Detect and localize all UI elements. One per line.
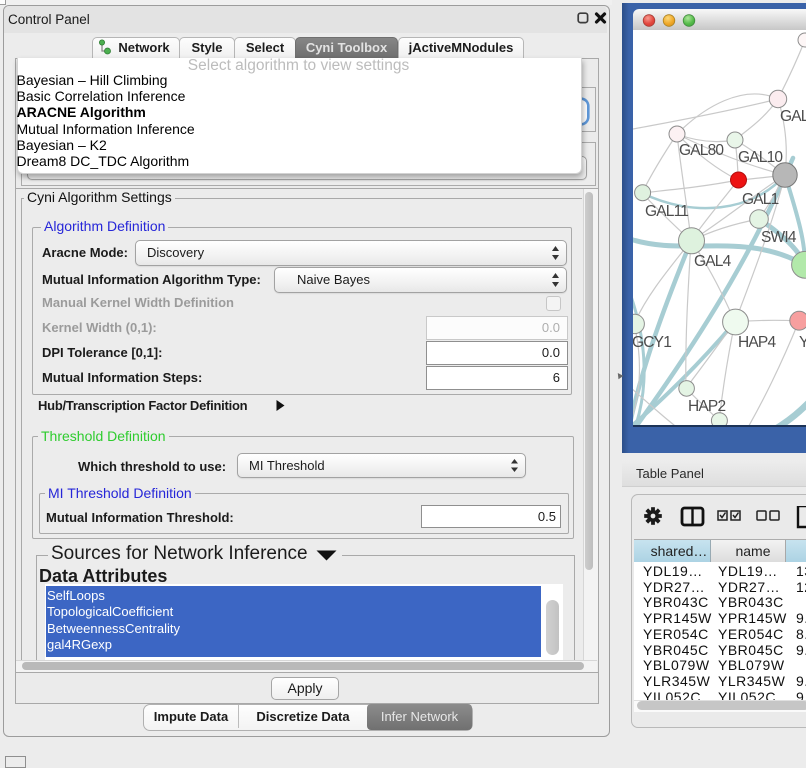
svg-text:Y: Y [799, 334, 806, 351]
svg-text:GAL10: GAL10 [738, 149, 783, 166]
svg-text:GAL80: GAL80 [679, 142, 724, 159]
svg-text:GAL4: GAL4 [694, 253, 732, 270]
svg-text:GAL1: GAL1 [742, 191, 779, 208]
svg-text:GAL7: GAL7 [780, 108, 806, 125]
svg-text:GAL11: GAL11 [645, 203, 688, 220]
svg-text:HAP4: HAP4 [738, 334, 776, 351]
svg-text:GCY1: GCY1 [633, 334, 671, 351]
svg-text:SWI4: SWI4 [761, 229, 797, 246]
svg-text:HAP2: HAP2 [688, 398, 725, 415]
